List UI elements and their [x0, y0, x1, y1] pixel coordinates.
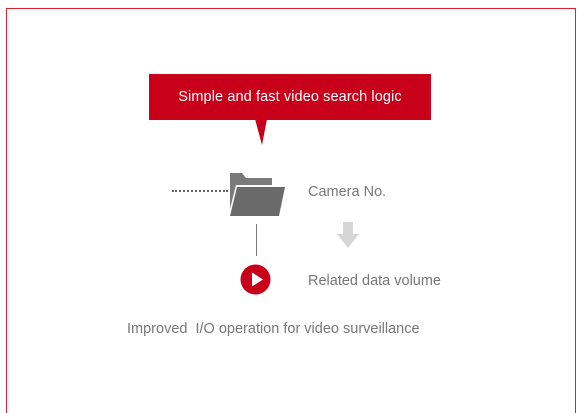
play-icon [240, 264, 271, 295]
improved-io-caption: Improved I/O operation for video surveil… [127, 321, 420, 337]
diagram-frame [6, 8, 576, 413]
folder-icon [230, 173, 285, 216]
related-data-volume-label: Related data volume [308, 273, 441, 289]
dotted-connector [172, 190, 228, 192]
callout-text: Simple and fast video search logic [178, 89, 402, 105]
callout-pointer [255, 119, 267, 145]
search-logic-callout: Simple and fast video search logic [149, 74, 431, 120]
camera-no-label: Camera No. [308, 184, 387, 200]
down-arrow-icon [337, 222, 359, 248]
vertical-connector [256, 224, 257, 256]
